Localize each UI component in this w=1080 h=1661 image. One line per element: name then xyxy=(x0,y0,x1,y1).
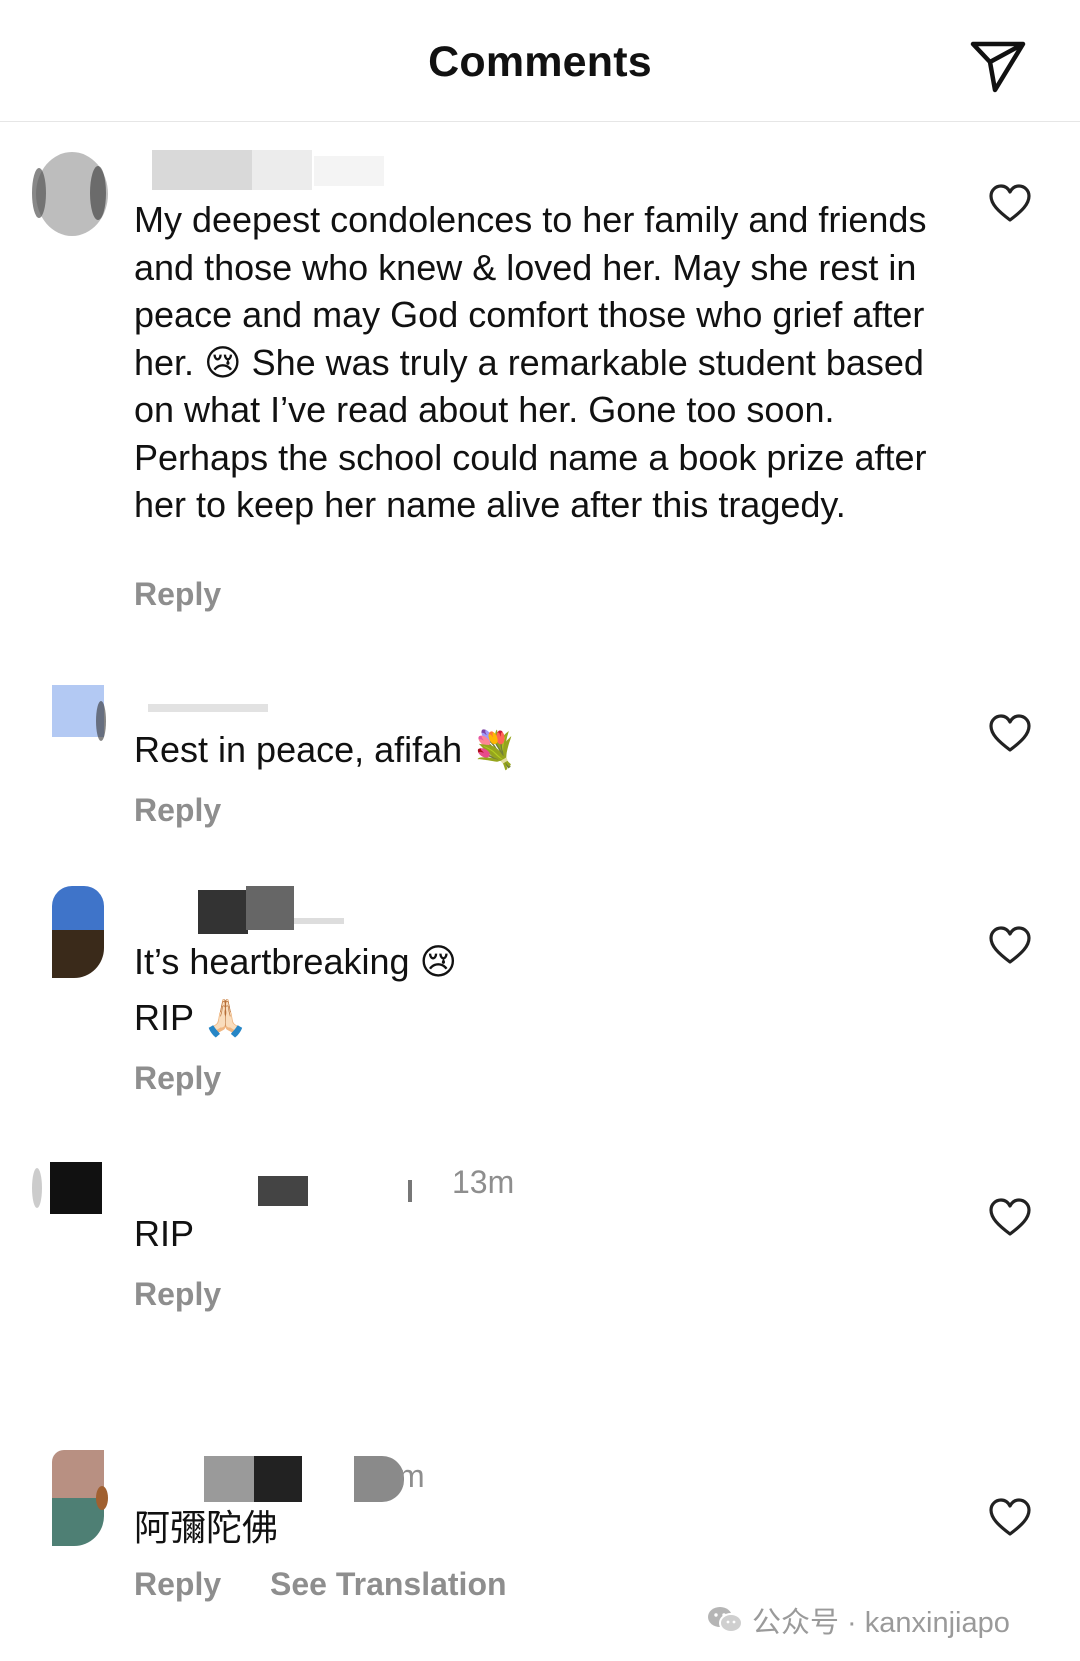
heart-outline-icon[interactable] xyxy=(988,1498,1032,1538)
username-redacted[interactable] xyxy=(134,882,354,934)
avatar[interactable] xyxy=(30,148,110,248)
comment-timestamp: m xyxy=(398,1458,425,1494)
avatar[interactable] xyxy=(30,685,110,755)
avatar[interactable] xyxy=(30,1450,110,1550)
comment-item: My deepest condolences to her family and… xyxy=(0,140,1080,640)
comment-text: Rest in peace, afifah 💐 xyxy=(134,729,518,770)
comment-text: My deepest condolences to her family and… xyxy=(134,199,927,525)
username-redacted[interactable] xyxy=(134,1452,434,1502)
heart-outline-icon[interactable] xyxy=(988,926,1032,966)
reply-button[interactable]: Reply xyxy=(134,792,221,829)
reply-button[interactable]: Reply xyxy=(134,1060,221,1097)
avatar[interactable] xyxy=(30,886,110,986)
comments-header: Comments xyxy=(0,0,1080,122)
comment-text-line1: It’s heartbreaking 😢 xyxy=(134,941,458,982)
heart-outline-icon[interactable] xyxy=(988,184,1032,224)
watermark-text: 公众号 · kanxinjiapo xyxy=(752,1607,1010,1639)
heart-outline-icon[interactable] xyxy=(988,1198,1032,1238)
username-redacted[interactable] xyxy=(134,1166,424,1212)
comment-text: 阿彌陀佛 xyxy=(134,1507,279,1548)
avatar[interactable] xyxy=(30,1162,110,1234)
comment-item: 13m RIP Reply xyxy=(0,1160,1080,1340)
comment-item: Rest in peace, afifah 💐 Reply xyxy=(0,680,1080,860)
send-icon[interactable] xyxy=(968,38,1028,94)
comment-item: It’s heartbreaking 😢 RIP 🙏🏻 Reply xyxy=(0,876,1080,1116)
wechat-icon xyxy=(708,1607,743,1633)
username-redacted[interactable] xyxy=(134,146,394,192)
reply-button[interactable]: Reply xyxy=(134,1566,221,1603)
page-title: Comments xyxy=(428,38,652,86)
watermark: 公众号 · kanxinjiapo xyxy=(706,1600,1010,1640)
comment-timestamp: 13m xyxy=(452,1164,515,1200)
reply-button[interactable]: Reply xyxy=(134,576,221,613)
comment-text: RIP xyxy=(134,1213,195,1254)
reply-button[interactable]: Reply xyxy=(134,1276,221,1313)
heart-outline-icon[interactable] xyxy=(988,714,1032,754)
comment-item: m 阿彌陀佛 Reply See Translation xyxy=(0,1442,1080,1602)
see-translation-button[interactable]: See Translation xyxy=(270,1566,507,1603)
comment-text-line2: RIP 🙏🏻 xyxy=(134,997,249,1038)
